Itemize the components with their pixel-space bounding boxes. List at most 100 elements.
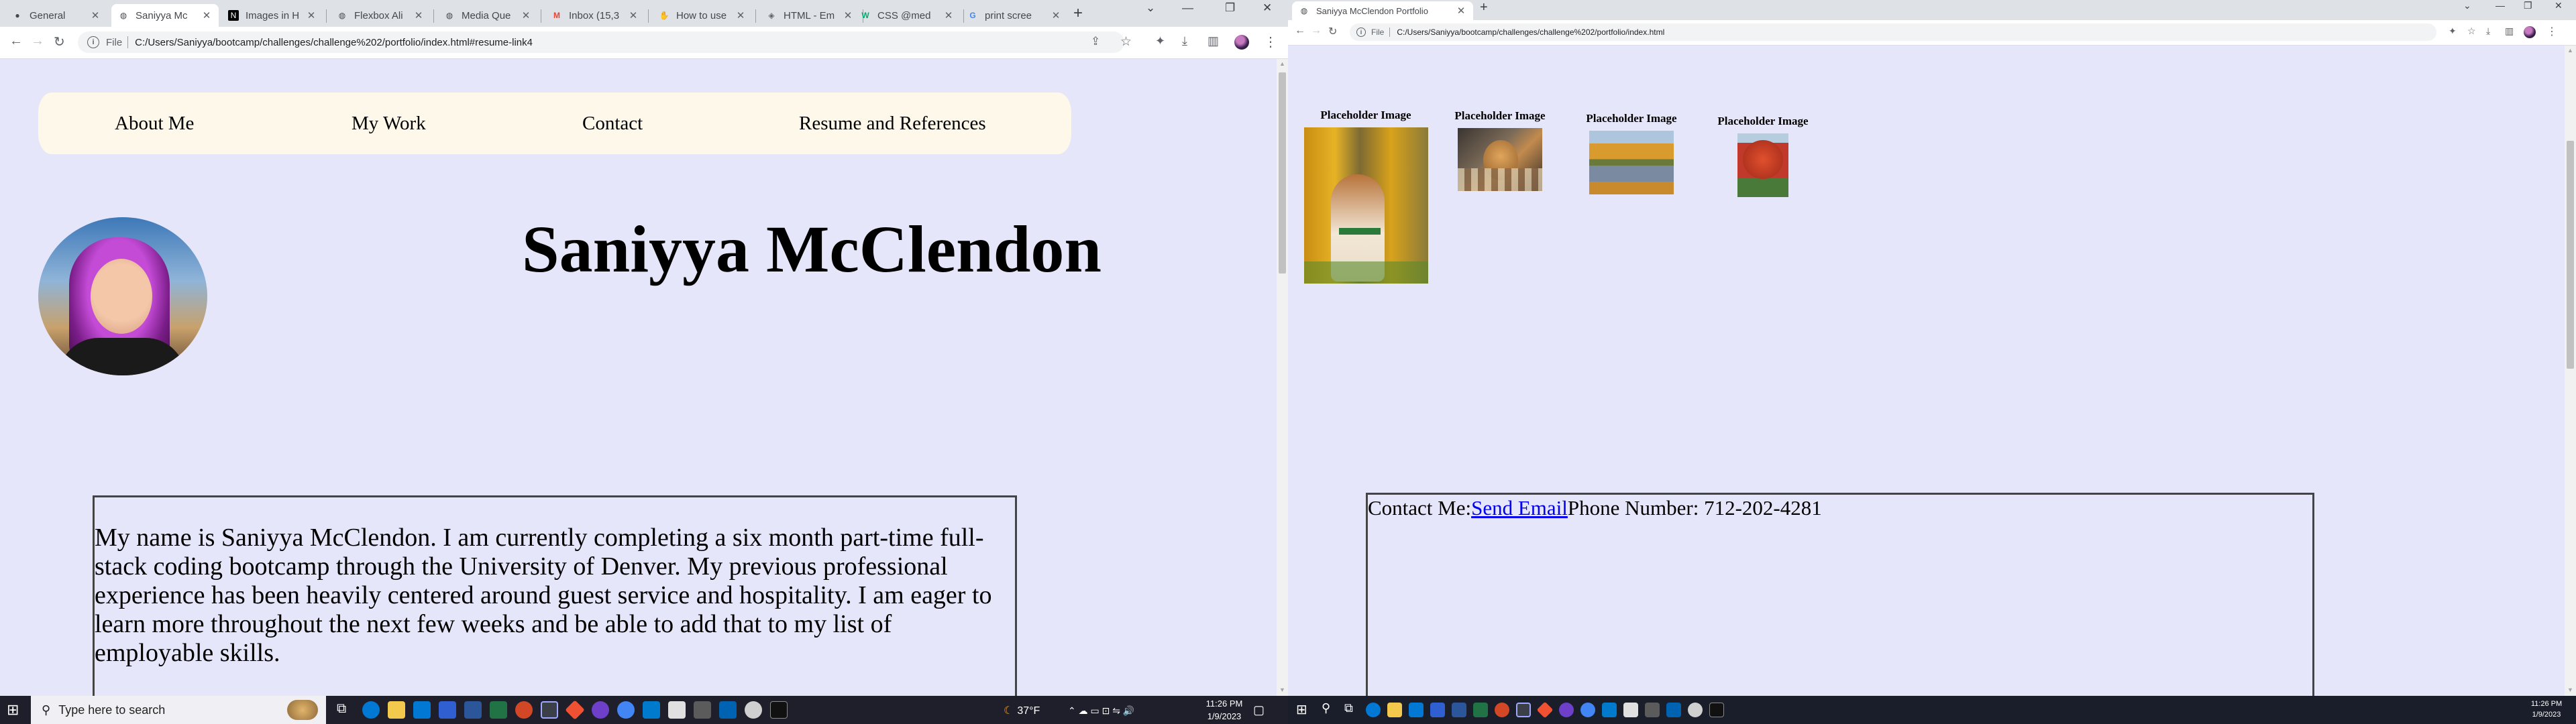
close-icon[interactable]: ✕ bbox=[306, 9, 317, 21]
address-url[interactable]: C:/Users/Saniyya/bootcamp/challenges/cha… bbox=[135, 37, 533, 48]
task-view-icon[interactable]: ⧉ bbox=[1344, 701, 1362, 719]
outlook-icon[interactable] bbox=[413, 701, 431, 719]
task-view-icon[interactable]: ⧉ bbox=[337, 701, 354, 719]
tab-html-em[interactable]: ◈ HTML - Em ✕ bbox=[759, 4, 860, 27]
tab-portfolio[interactable]: ◍ Saniyya McClendon Portfolio ✕ bbox=[1292, 1, 1473, 20]
excel-icon[interactable] bbox=[1473, 703, 1488, 717]
bookmark-star-icon[interactable]: ☆ bbox=[1120, 34, 1132, 50]
minimize-button[interactable]: — bbox=[1182, 1, 1193, 15]
github-desktop-icon[interactable] bbox=[1559, 703, 1574, 717]
maximize-button[interactable]: ❐ bbox=[2524, 0, 2532, 11]
send-email-link[interactable]: Send Email bbox=[1471, 496, 1568, 520]
back-arrow-icon[interactable]: ← bbox=[1295, 25, 1305, 37]
close-icon[interactable]: ✕ bbox=[1051, 9, 1061, 21]
powerpoint-icon[interactable] bbox=[515, 701, 533, 719]
git-icon[interactable] bbox=[1536, 701, 1554, 719]
download-icon[interactable]: ⤓ bbox=[2486, 25, 2490, 37]
chrome-icon[interactable] bbox=[541, 701, 558, 719]
side-panel-icon[interactable]: ▥ bbox=[1208, 34, 1219, 48]
new-tab-button[interactable]: + bbox=[1480, 0, 1488, 15]
close-icon[interactable]: ✕ bbox=[628, 9, 639, 21]
tab-images[interactable]: N Images in H ✕ bbox=[221, 4, 323, 27]
scroll-down-arrow-icon[interactable]: ▼ bbox=[1277, 686, 1288, 693]
scroll-up-arrow-icon[interactable]: ▲ bbox=[1277, 60, 1288, 67]
vscode-icon[interactable] bbox=[643, 701, 660, 719]
search-icon[interactable]: ⚲ bbox=[1322, 701, 1339, 719]
file-explorer-icon[interactable] bbox=[388, 701, 405, 719]
new-tab-button[interactable]: + bbox=[1073, 4, 1083, 23]
forward-arrow-icon[interactable]: → bbox=[31, 34, 44, 49]
tab-how-to[interactable]: ✋ How to use ✕ bbox=[652, 4, 753, 27]
word-icon[interactable] bbox=[1452, 703, 1466, 717]
chrome-icon[interactable] bbox=[1516, 703, 1531, 717]
extensions-icon[interactable]: ✦ bbox=[2449, 25, 2457, 37]
tab-general[interactable]: ● General ✕ bbox=[5, 4, 107, 27]
github-desktop-icon[interactable] bbox=[592, 701, 609, 719]
file-explorer-icon[interactable] bbox=[1387, 703, 1402, 717]
profile-avatar-icon[interactable] bbox=[2524, 26, 2536, 38]
chevron-down-icon[interactable]: ⌄ bbox=[1146, 1, 1155, 15]
excel-icon[interactable] bbox=[490, 701, 507, 719]
chrome-icon-2[interactable] bbox=[1580, 703, 1595, 717]
scroll-up-arrow-icon[interactable]: ▲ bbox=[2565, 47, 2576, 54]
close-window-button[interactable]: ✕ bbox=[1263, 1, 1272, 15]
tab-print-screen[interactable]: G print scree ✕ bbox=[961, 4, 1068, 27]
photos-icon[interactable] bbox=[1666, 703, 1681, 717]
taskbar-clock[interactable]: 11:26 PM 1/9/2023 bbox=[2520, 696, 2573, 720]
scrollbar-thumb[interactable] bbox=[1279, 72, 1286, 274]
close-icon[interactable]: ✕ bbox=[521, 9, 531, 21]
taskbar-search[interactable]: ⚲ Type here to search bbox=[31, 696, 326, 724]
edge-browser-icon[interactable] bbox=[1366, 703, 1381, 717]
calculator-icon[interactable] bbox=[668, 701, 686, 719]
info-icon[interactable]: i bbox=[1356, 27, 1366, 37]
nav-link-my-work[interactable]: My Work bbox=[352, 113, 426, 135]
app-icon[interactable] bbox=[694, 701, 711, 719]
close-icon[interactable]: ✕ bbox=[735, 9, 746, 21]
git-icon[interactable] bbox=[565, 700, 585, 720]
kebab-menu-icon[interactable]: ⋮ bbox=[1264, 34, 1277, 50]
tab-css-media[interactable]: W CSS @med ✕ bbox=[853, 4, 961, 27]
system-tray-icons[interactable]: ⌃ ☁ ▭ ⊡ ⇋ 🔊 bbox=[1068, 703, 1134, 717]
tab-portfolio[interactable]: ◍ Saniyya Mc ✕ bbox=[111, 4, 219, 27]
minimize-button[interactable]: — bbox=[2496, 0, 2505, 11]
taskbar-clock[interactable]: 11:26 PM 1/9/2023 bbox=[1194, 696, 1254, 723]
bookmark-star-icon[interactable]: ☆ bbox=[2467, 25, 2476, 37]
vertical-scrollbar[interactable]: ▲ ▼ bbox=[1277, 59, 1288, 696]
scrollbar-thumb[interactable] bbox=[2567, 141, 2574, 369]
chrome-icon-2[interactable] bbox=[617, 701, 635, 719]
calculator-icon[interactable] bbox=[1623, 703, 1638, 717]
powerpoint-icon[interactable] bbox=[1495, 703, 1509, 717]
profile-avatar-icon[interactable] bbox=[1234, 35, 1249, 50]
clock-icon[interactable] bbox=[745, 701, 762, 719]
close-icon[interactable]: ✕ bbox=[943, 9, 954, 21]
tab-flexbox[interactable]: ◍ Flexbox Ali ✕ bbox=[330, 4, 431, 27]
kebab-menu-icon[interactable]: ⋮ bbox=[2546, 25, 2557, 38]
close-icon[interactable]: ✕ bbox=[843, 9, 853, 21]
mail-icon[interactable] bbox=[1430, 703, 1445, 717]
extensions-icon[interactable]: ✦ bbox=[1155, 34, 1165, 48]
tab-inbox[interactable]: M Inbox (15,3 ✕ bbox=[545, 4, 645, 27]
close-icon[interactable]: ✕ bbox=[90, 9, 101, 21]
scroll-down-arrow-icon[interactable]: ▼ bbox=[2565, 686, 2576, 693]
download-icon[interactable]: ⤓ bbox=[1182, 34, 1187, 48]
share-icon[interactable]: ⇪ bbox=[1091, 35, 1100, 48]
terminal-icon[interactable] bbox=[1709, 703, 1724, 717]
windows-start-icon[interactable]: ⊞ bbox=[1296, 701, 1313, 719]
address-url[interactable]: C:/Users/Saniyya/bootcamp/challenges/cha… bbox=[1397, 27, 1664, 37]
maximize-button[interactable]: ❐ bbox=[1225, 1, 1235, 15]
close-icon[interactable]: ✕ bbox=[1456, 5, 1466, 17]
close-icon[interactable]: ✕ bbox=[413, 9, 424, 21]
nav-link-about-me[interactable]: About Me bbox=[115, 113, 194, 135]
notification-icon[interactable]: ▢ bbox=[1253, 703, 1265, 717]
chevron-down-icon[interactable]: ⌄ bbox=[2463, 0, 2471, 11]
windows-start-icon[interactable]: ⊞ bbox=[7, 701, 24, 719]
nav-link-contact[interactable]: Contact bbox=[582, 113, 643, 135]
info-icon[interactable]: i bbox=[87, 36, 99, 48]
clock-icon[interactable] bbox=[1688, 703, 1703, 717]
weather-widget[interactable]: ☾ 37°F bbox=[1004, 703, 1040, 717]
nav-link-resume[interactable]: Resume and References bbox=[799, 113, 986, 135]
photos-icon[interactable] bbox=[719, 701, 737, 719]
address-bar[interactable]: i File C:/Users/Saniyya/bootcamp/challen… bbox=[1350, 23, 2436, 41]
reload-icon[interactable]: ↻ bbox=[1328, 25, 1337, 38]
outlook-icon[interactable] bbox=[1409, 703, 1424, 717]
